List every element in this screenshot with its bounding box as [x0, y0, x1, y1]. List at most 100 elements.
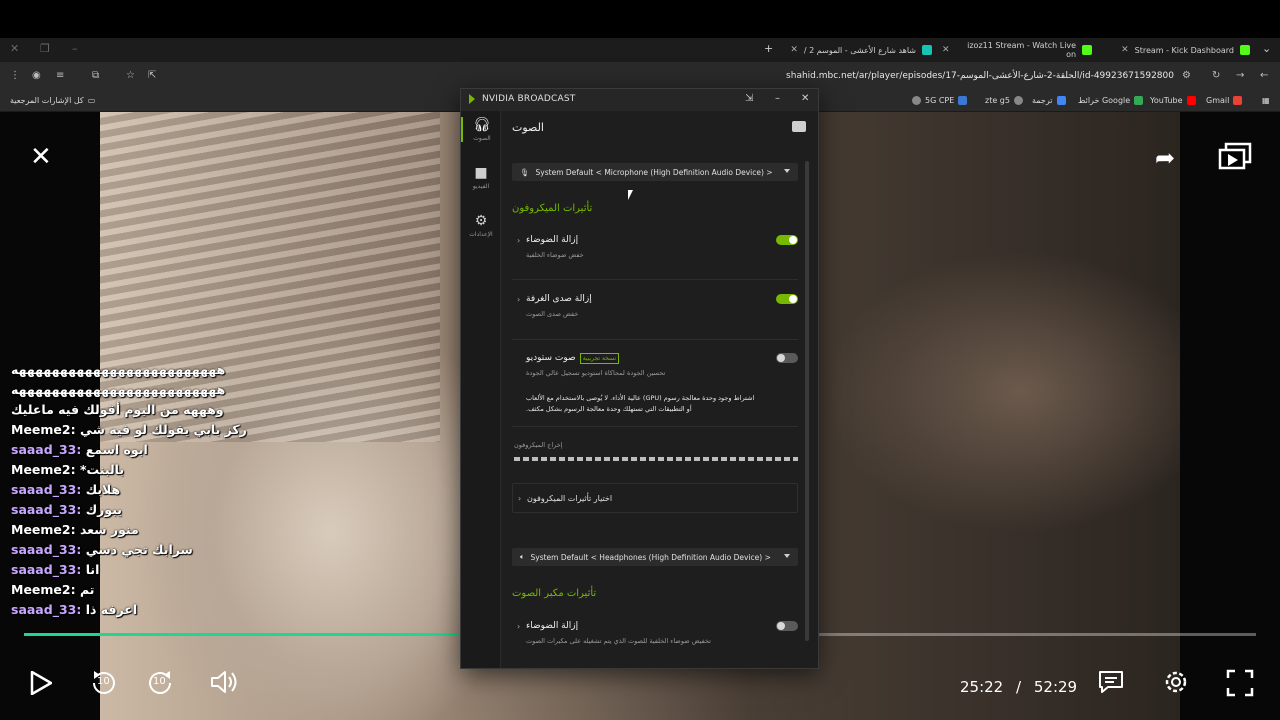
- effect-name: إزالة الضوضاء: [526, 235, 579, 245]
- subtitles-icon[interactable]: [1098, 670, 1124, 694]
- divider: [512, 426, 798, 427]
- volume-icon[interactable]: [210, 669, 240, 695]
- close-icon[interactable]: ✕: [801, 93, 809, 104]
- duration: 52:29: [1033, 678, 1078, 696]
- chevron-right-icon[interactable]: ›: [517, 236, 520, 245]
- microphone-device-label: System Default < Microphone (High Defini…: [535, 167, 773, 177]
- sidebar-item-video[interactable]: ■ الفيديو: [461, 165, 501, 190]
- compact-mode-icon[interactable]: ⇲: [745, 93, 753, 104]
- install-app-icon[interactable]: ⇱: [148, 70, 156, 81]
- bookmark-youtube[interactable]: YouTube: [1150, 96, 1196, 105]
- chat-message: Meeme2: تم: [11, 580, 331, 600]
- bookmark-gmail[interactable]: Gmail: [1206, 96, 1243, 105]
- sidebar-item-audio[interactable]: 🎧︎ الصوت: [461, 117, 501, 142]
- speaker-noise-toggle[interactable]: [776, 621, 798, 631]
- chat-username: saaad_33:: [11, 602, 82, 617]
- tab-shahid[interactable]: شاهد شارع الأعشى - الموسم 2 / ✕: [782, 40, 932, 60]
- room-echo-toggle[interactable]: [776, 294, 798, 304]
- gear-icon: ⚙: [474, 213, 488, 229]
- beta-badge: نسخة تجريبية: [579, 353, 620, 364]
- play-icon[interactable]: [30, 671, 52, 695]
- all-bookmarks-folder[interactable]: كل الإشارات المرجعية ▭: [10, 96, 95, 105]
- chat-text: سرابك تجي دسي: [85, 542, 193, 557]
- menu-dots-icon[interactable]: ⋮: [10, 70, 20, 81]
- profile-icon[interactable]: ◉: [32, 70, 41, 81]
- close-tab-icon[interactable]: ✕: [1121, 45, 1129, 55]
- apps-grid-icon[interactable]: ▦: [1262, 96, 1270, 105]
- kick-favicon-icon: [1240, 45, 1250, 55]
- studio-voice-toggle[interactable]: [776, 353, 798, 363]
- globe-icon: [1013, 96, 1023, 105]
- chat-message: saaad_33: اعرفه ذا: [11, 600, 331, 620]
- close-player-icon[interactable]: ✕: [30, 142, 52, 172]
- chat-text: اعرفه ذا: [85, 602, 138, 617]
- bookmark-label: ترجمة: [1032, 96, 1053, 105]
- toggle-knob: [777, 622, 785, 630]
- chevron-right-icon[interactable]: ›: [517, 295, 520, 304]
- effect-description: خفض صدى الصوت: [526, 310, 579, 318]
- effect-noise-removal[interactable]: › إزالة الضوضاء خفض ضوضاء الخلفية: [512, 235, 798, 275]
- minimize-window-icon[interactable]: –: [72, 42, 78, 55]
- new-tab-icon[interactable]: +: [764, 42, 773, 55]
- divider: [512, 339, 798, 340]
- nvidia-logo-icon: [469, 94, 475, 104]
- bookmark-google-maps[interactable]: خرائط Google: [1078, 96, 1144, 105]
- bookmark-5g-cpe[interactable]: 5G CPE: [912, 96, 968, 105]
- effect-speaker-noise-removal[interactable]: › إزالة الضوضاء تخفيض ضوضاء الخلفية للصو…: [512, 621, 798, 657]
- close-window-icon[interactable]: ✕: [10, 42, 19, 55]
- tab-kick-dashboard[interactable]: Stream - Kick Dashboard ✕: [1100, 40, 1250, 60]
- rewind-10-button[interactable]: 10: [88, 668, 120, 698]
- restore-window-icon[interactable]: ❐: [40, 42, 50, 55]
- divider: [512, 279, 798, 280]
- gmail-icon: [1233, 96, 1243, 105]
- settings-gear-icon[interactable]: [1160, 666, 1192, 698]
- microphone-device-select[interactable]: 🎙︎ System Default < Microphone (High Def…: [512, 163, 798, 181]
- tab-izoz11[interactable]: izoz11 Stream - Watch Live on ✕: [942, 40, 1092, 60]
- effect-studio-voice[interactable]: صوت ستوديو نسخة تجريبية تحسين الجودة لمحا…: [512, 353, 798, 393]
- reading-list-icon[interactable]: ≡: [56, 70, 64, 81]
- nvidia-main-panel: الصوت 🎙︎ System Default < Microphone (Hi…: [502, 111, 818, 668]
- chat-username: saaad_33:: [11, 562, 82, 577]
- app-title: NVIDIA BROADCAST: [482, 94, 576, 104]
- cast-icon[interactable]: [1218, 142, 1252, 172]
- url-text[interactable]: shahid.mbc.net/ar/player/episodes/17-الح…: [786, 71, 1174, 81]
- scrollbar[interactable]: [805, 161, 809, 641]
- fullscreen-icon[interactable]: [1226, 669, 1254, 697]
- bookmark-zte-g5[interactable]: zte g5: [985, 96, 1023, 105]
- chat-username: Meeme2:: [11, 462, 76, 477]
- site-settings-icon[interactable]: ⚙: [1182, 70, 1191, 81]
- close-tab-icon[interactable]: ✕: [942, 45, 950, 55]
- tab-search-icon[interactable]: ⌄: [1262, 42, 1271, 55]
- sidebar-item-settings[interactable]: ⚙ الإعدادات: [461, 213, 501, 238]
- noise-removal-toggle[interactable]: [776, 235, 798, 245]
- effect-room-echo-removal[interactable]: › إزالة صدى الغرفة خفض صدى الصوت: [512, 294, 798, 334]
- forward-10-button[interactable]: 10: [144, 668, 176, 698]
- close-tab-icon[interactable]: ✕: [790, 45, 798, 55]
- bookmark-translate[interactable]: ترجمة: [1032, 96, 1066, 105]
- chat-message: Meeme2: منور سعد: [11, 520, 331, 540]
- reload-icon[interactable]: ↻: [1212, 70, 1220, 81]
- feedback-icon[interactable]: [792, 121, 806, 132]
- chat-message: هههههههههههههههههههههههههه: [11, 380, 331, 400]
- nvidia-title-bar[interactable]: NVIDIA BROADCAST ⇲ – ✕: [461, 89, 818, 111]
- microphone-icon: 🎙︎: [520, 167, 530, 177]
- back-icon[interactable]: ←: [1260, 70, 1268, 81]
- bookmark-star-icon[interactable]: ☆: [126, 70, 135, 81]
- site-favicon-icon: [958, 96, 968, 105]
- bookmark-label: YouTube: [1150, 96, 1183, 105]
- extensions-icon[interactable]: ⧉: [92, 70, 99, 81]
- chat-message: Meeme2: *بالبنت: [11, 460, 331, 480]
- chat-text: وهههه من اليوم أقولك فيه ماعليك: [11, 402, 224, 417]
- minimize-icon[interactable]: –: [775, 93, 780, 104]
- chat-message: saaad_33: يبورك: [11, 500, 331, 520]
- choose-mic-effects[interactable]: › اختيار تأثيرات الميكروفون: [512, 483, 798, 513]
- rewind-seconds: 10: [97, 676, 110, 687]
- bookmark-label: خرائط Google: [1078, 96, 1131, 105]
- chat-text: منور سعد: [79, 522, 139, 537]
- toggle-knob: [789, 236, 797, 244]
- chat-username: Meeme2:: [11, 582, 76, 597]
- share-icon[interactable]: ➦: [1155, 144, 1175, 172]
- forward-icon[interactable]: →: [1236, 70, 1244, 81]
- speaker-device-select[interactable]: 🔈︎ System Default < Headphones (High Def…: [512, 548, 798, 566]
- chevron-right-icon[interactable]: ›: [517, 622, 520, 631]
